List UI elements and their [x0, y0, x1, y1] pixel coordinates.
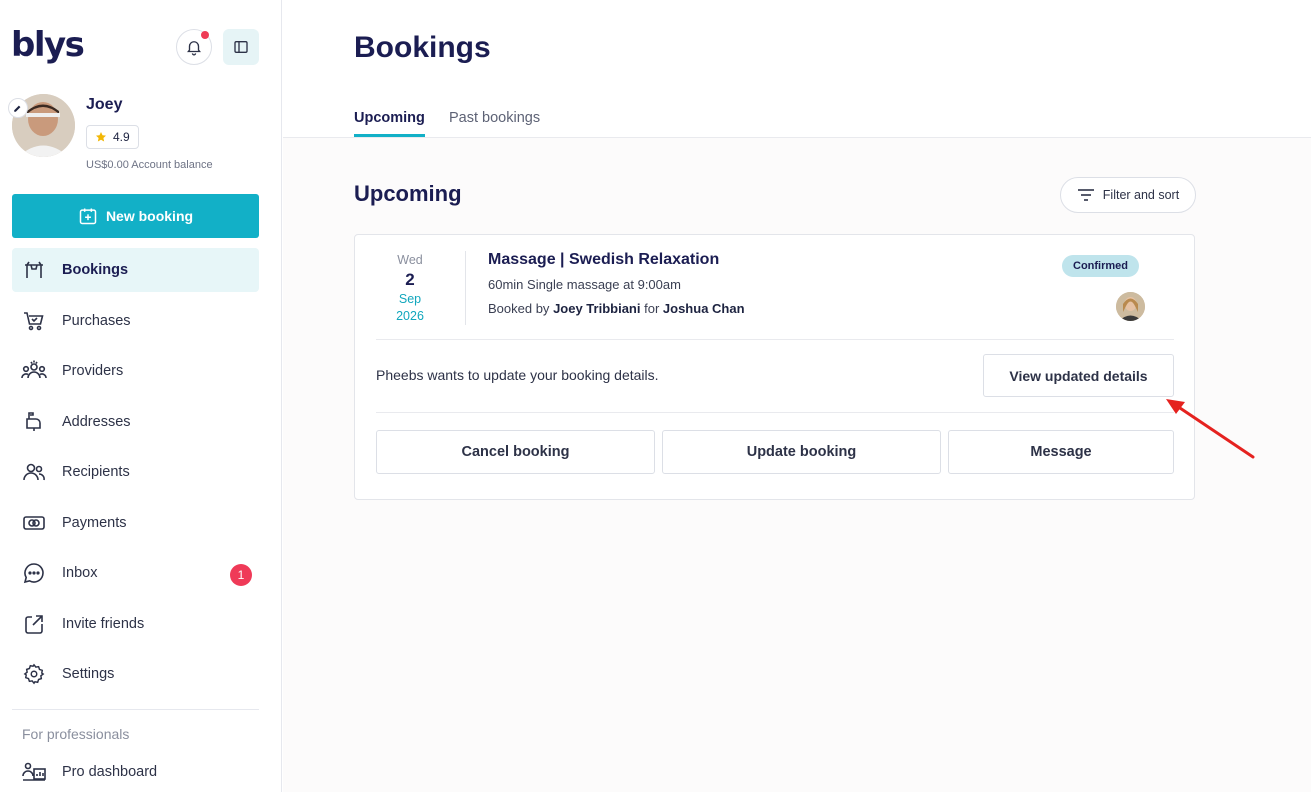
edit-avatar-button[interactable] [8, 98, 28, 118]
sidebar-item-label: Settings [62, 666, 115, 682]
date-year: 2026 [396, 309, 424, 323]
payments-icon [21, 510, 47, 536]
date-day-of-week: Wed [397, 253, 423, 267]
chat-icon [21, 560, 47, 586]
user-name: Joey [86, 96, 123, 113]
sidebar-item-addresses[interactable]: Addresses [12, 400, 259, 444]
new-booking-label: New booking [105, 208, 194, 224]
share-icon [21, 611, 47, 637]
sidebar-item-payments[interactable]: Payments [12, 501, 259, 545]
page-header: Bookings Upcoming Past bookings [283, 0, 1311, 138]
calendar-plus-icon [79, 208, 97, 225]
booked-by-name: Joey Tribbiani [553, 301, 641, 316]
mailbox-icon [21, 409, 47, 435]
sidebar-item-label: Payments [62, 514, 127, 531]
sidebar-item-label: Addresses [62, 413, 131, 430]
for-prefix: for [644, 301, 660, 316]
booking-title[interactable]: Massage | Swedish Relaxation [488, 251, 719, 269]
collapse-sidebar-button[interactable] [223, 29, 259, 65]
inbox-unread-badge: 1 [230, 564, 252, 586]
sidebar-item-label: Purchases [62, 312, 131, 329]
date-day: 2 [405, 270, 415, 289]
booking-card: Wed 2 Sep 2026 Massage | Swedish Relaxat… [354, 234, 1195, 500]
sidebar-item-label: Bookings [62, 262, 129, 278]
tab-past-bookings[interactable]: Past bookings [449, 110, 540, 126]
section-title: Upcoming [354, 181, 462, 206]
recipient-name: Joshua Chan [662, 301, 745, 316]
sidebar-item-settings[interactable]: Settings [12, 652, 259, 696]
sidebar-item-bookings[interactable]: Bookings [12, 248, 259, 292]
sidebar-divider [12, 709, 259, 710]
sidebar-item-label: Providers [62, 363, 124, 379]
sidebar-panel-icon [234, 41, 248, 53]
booking-booked-by: Booked by Joey Tribbiani for Joshua Chan [488, 301, 745, 316]
sidebar-item-providers[interactable]: Providers [12, 349, 259, 393]
booking-subtitle: 60min Single massage at 9:00am [488, 277, 681, 292]
filter-label: Filter and sort [1102, 188, 1180, 202]
sidebar-item-invite-friends[interactable]: Invite friends [12, 602, 259, 646]
gear-icon [21, 661, 47, 687]
sidebar-item-label: Invite friends [62, 615, 145, 632]
sidebar: blys Joey 4.9 US$0.00 Account balance Ne… [0, 0, 282, 792]
account-balance: US$0.00 Account balance [86, 159, 213, 171]
update-notice: Pheebs wants to update your booking deta… [376, 367, 659, 383]
notifications-button[interactable] [176, 29, 212, 65]
bookings-icon [21, 257, 47, 283]
tab-upcoming[interactable]: Upcoming [354, 110, 425, 137]
pencil-icon [14, 105, 21, 112]
date-separator [465, 251, 466, 325]
rating-value: 4.9 [113, 130, 130, 144]
update-booking-button[interactable]: Update booking [662, 430, 941, 474]
sidebar-item-label: Inbox [62, 565, 98, 581]
for-professionals-label: For professionals [22, 726, 130, 742]
sidebar-item-purchases[interactable]: Purchases [12, 299, 259, 343]
user-rating: 4.9 [86, 125, 139, 149]
new-booking-button[interactable]: New booking [12, 194, 259, 238]
sidebar-nav: Bookings Purchases Providers Addresses R… [12, 248, 259, 703]
notification-dot [201, 31, 209, 39]
card-divider [376, 339, 1174, 340]
sidebar-item-inbox[interactable]: Inbox 1 [12, 551, 259, 595]
sidebar-item-recipients[interactable]: Recipients [12, 450, 259, 494]
view-updated-details-button[interactable]: View updated details [983, 354, 1174, 397]
provider-avatar[interactable] [1116, 292, 1145, 321]
cancel-booking-button[interactable]: Cancel booking [376, 430, 655, 474]
cart-icon [21, 308, 47, 334]
filter-and-sort-button[interactable]: Filter and sort [1060, 177, 1196, 213]
providers-icon [21, 358, 47, 384]
blys-logo[interactable]: blys [11, 25, 85, 65]
sidebar-item-pro-dashboard[interactable]: Pro dashboard [12, 752, 259, 792]
sidebar-item-label: Pro dashboard [62, 764, 158, 780]
bell-icon [187, 41, 201, 56]
main-content: Bookings Upcoming Past bookings Upcoming… [283, 0, 1311, 792]
card-divider [376, 412, 1174, 413]
filter-icon [1077, 189, 1094, 201]
star-icon [96, 132, 106, 142]
booked-by-prefix: Booked by [488, 301, 550, 316]
page-title: Bookings [354, 31, 491, 64]
status-badge: Confirmed [1062, 255, 1139, 277]
pro-dashboard-icon [21, 759, 47, 785]
sidebar-item-label: Recipients [62, 464, 130, 480]
date-month: Sep [398, 292, 422, 306]
recipients-icon [21, 459, 47, 485]
booking-date: Wed 2 Sep 2026 [355, 251, 465, 325]
message-button[interactable]: Message [948, 430, 1174, 474]
